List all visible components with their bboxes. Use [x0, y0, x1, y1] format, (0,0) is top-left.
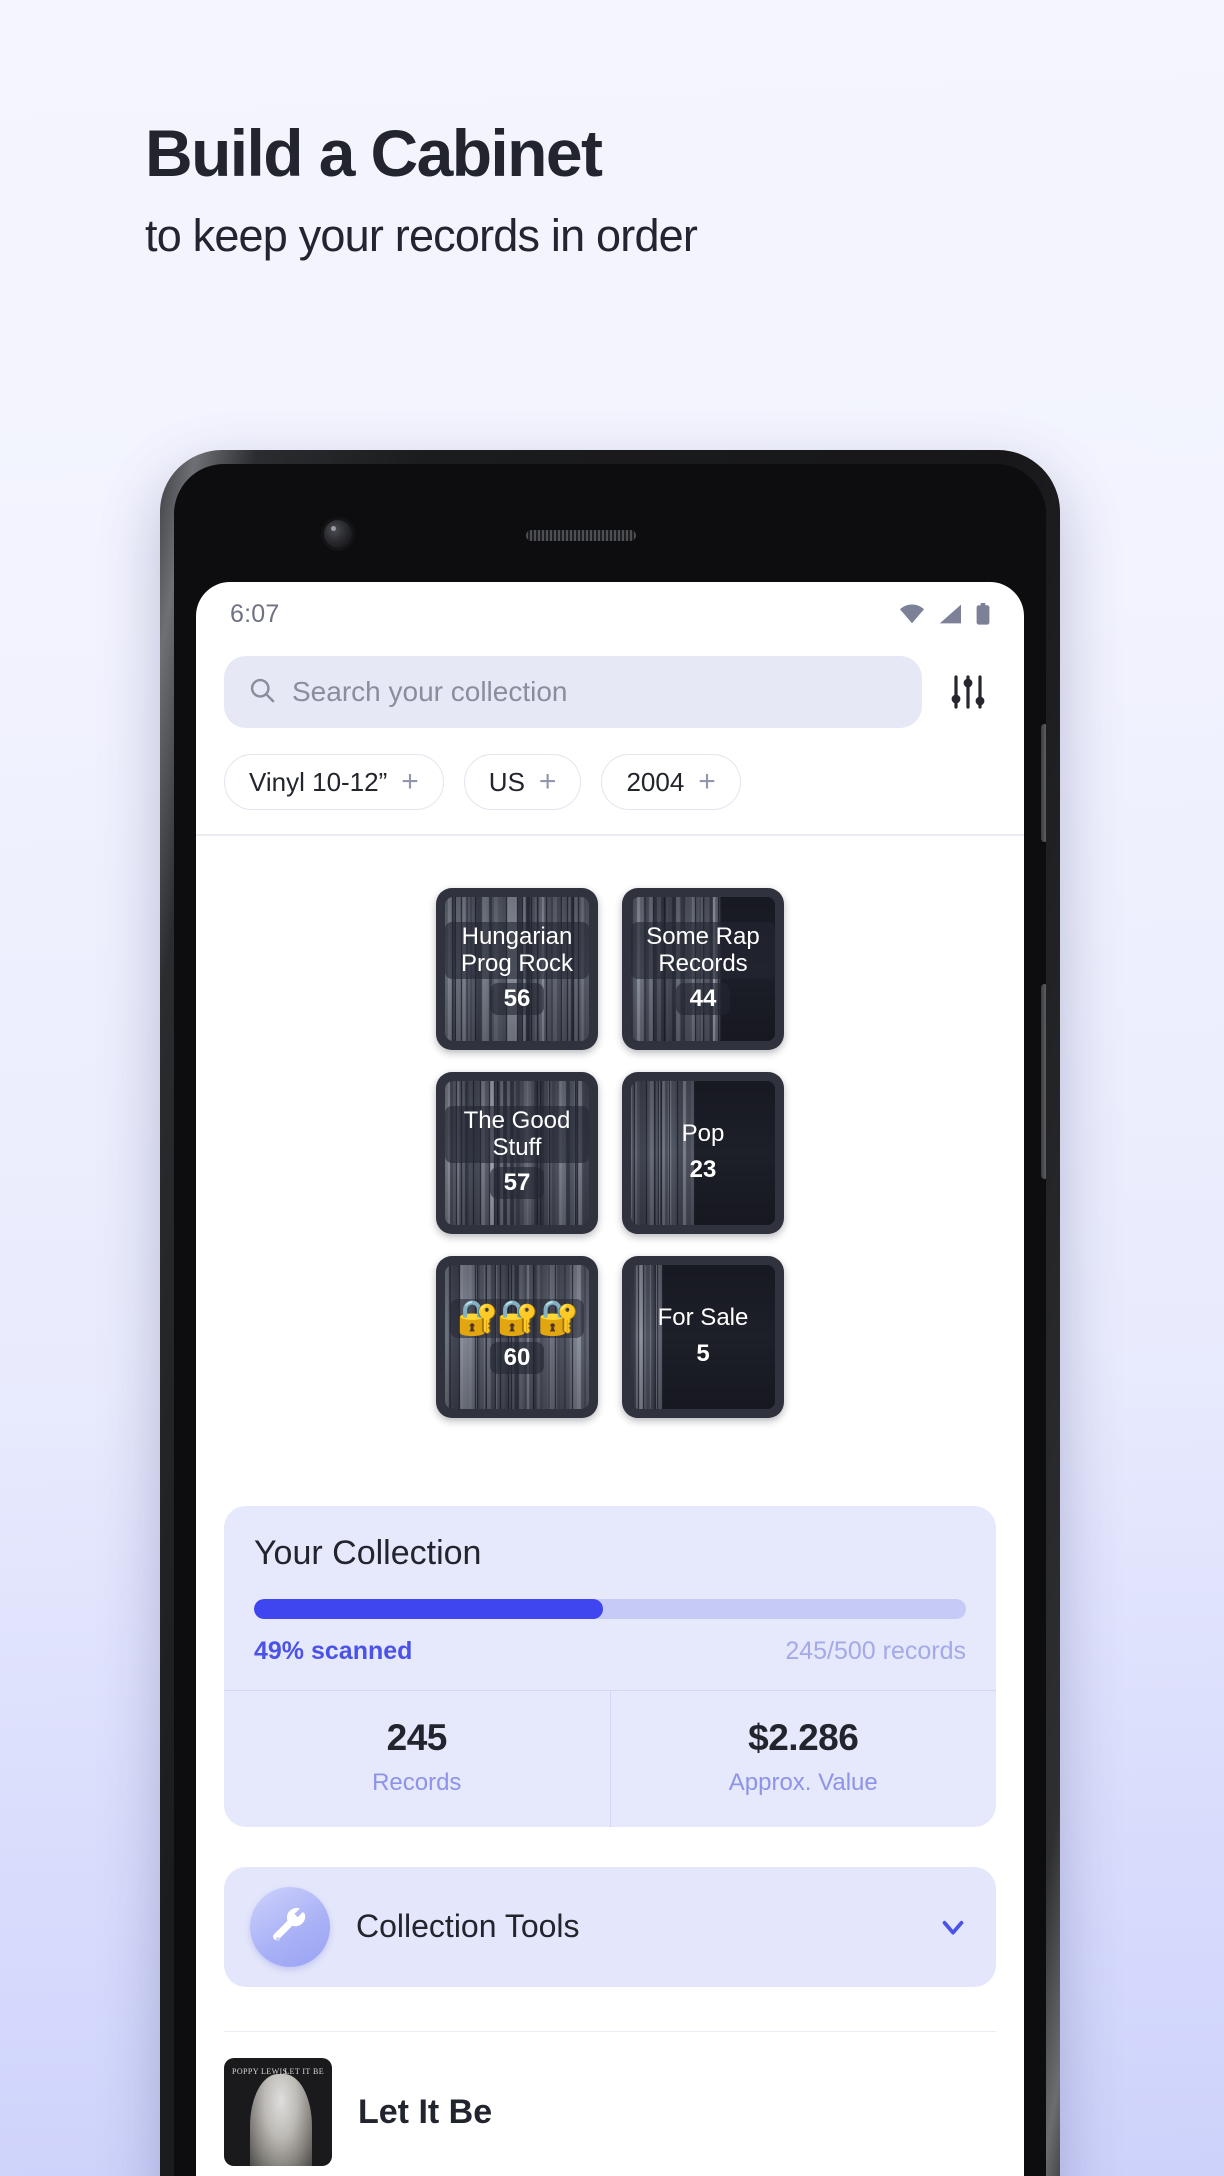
cabinet-title: For Sale	[657, 1304, 749, 1332]
cabinet-title: Some Rap Records	[631, 921, 775, 980]
scan-progress-fill	[254, 1598, 603, 1619]
cabinet-count: 5	[696, 1339, 710, 1367]
collection-summary-card: Your Collection 49% scanned 245/500 reco…	[224, 1505, 997, 1827]
cabinet-count: 23	[689, 1155, 717, 1183]
cabinet-title: Hungarian Prog Rock	[445, 921, 589, 980]
front-camera-icon	[324, 520, 352, 548]
plus-icon[interactable]: +	[401, 767, 419, 797]
record-list-item[interactable]: POPPY LEWIS LET IT BE Let It Be	[196, 2032, 1024, 2166]
volume-button[interactable]	[1041, 724, 1046, 842]
search-placeholder: Search your collection	[292, 676, 568, 707]
cabinet-count: 44	[675, 983, 731, 1016]
album-art-portrait	[250, 2074, 312, 2166]
battery-icon	[976, 603, 990, 625]
cabinet-row: The Good Stuff 57 Pop 23	[436, 1071, 784, 1234]
search-icon	[248, 676, 276, 709]
records-count-label: 245/500 records	[785, 1636, 966, 1665]
cabinet-tile-locked[interactable]: 🔐🔐🔐 60	[436, 1255, 598, 1418]
scanned-percent-label: 49% scanned	[254, 1636, 413, 1665]
scan-progress-bar	[254, 1598, 966, 1619]
cell-signal-icon	[939, 604, 962, 624]
lock-icon: 🔐🔐🔐	[450, 1298, 584, 1339]
stat-approx-value: $2.286 Approx. Value	[609, 1690, 997, 1827]
chip-label: 2004	[626, 766, 685, 797]
cabinet-title: Pop	[681, 1120, 725, 1148]
wifi-icon	[899, 604, 925, 624]
collection-tools-row[interactable]: Collection Tools	[224, 1866, 996, 1987]
plus-icon[interactable]: +	[698, 767, 716, 797]
collection-title: Your Collection	[254, 1533, 482, 1572]
filter-chip-us[interactable]: US +	[463, 754, 582, 810]
search-row: Search your collection	[196, 640, 1024, 728]
stat-value: 245	[386, 1716, 448, 1758]
plus-icon[interactable]: +	[539, 767, 557, 797]
chevron-down-icon[interactable]	[936, 1910, 970, 1944]
page-title: Build a Cabinet	[145, 116, 603, 190]
cabinet-tile-hungarian-prog-rock[interactable]: Hungarian Prog Rock 56	[436, 887, 598, 1050]
album-art: POPPY LEWIS LET IT BE	[224, 2058, 332, 2166]
phone-mockup: 6:07 Search your collection Vinyl 10-12”…	[160, 450, 1060, 2176]
content-scroll-area[interactable]: Hungarian Prog Rock 56 Some Rap Records	[196, 836, 1024, 2166]
cabinet-row: 🔐🔐🔐 60 For Sale 5	[436, 1255, 784, 1418]
cabinet-tile-pop[interactable]: Pop 23	[622, 1071, 784, 1234]
sliders-icon[interactable]	[940, 664, 996, 720]
cabinet-count: 60	[489, 1342, 545, 1375]
phone-screen: 6:07 Search your collection Vinyl 10-12”…	[196, 582, 1024, 2176]
page-subtitle: to keep your records in order	[145, 210, 698, 261]
search-input[interactable]: Search your collection	[224, 656, 922, 728]
power-button[interactable]	[1041, 984, 1046, 1179]
cabinet-tile-the-good-stuff[interactable]: The Good Stuff 57	[436, 1071, 598, 1234]
status-icon-group	[899, 603, 990, 625]
cabinet-grid: Hungarian Prog Rock 56 Some Rap Records	[196, 887, 1024, 1418]
cabinet-tile-for-sale[interactable]: For Sale 5	[622, 1255, 784, 1418]
chip-label: US	[488, 766, 525, 797]
promo-text-block: Build a Cabinet to keep your records in …	[145, 120, 1105, 259]
stat-value: $2.286	[748, 1716, 859, 1758]
status-bar: 6:07	[196, 582, 1024, 640]
phone-bezel: 6:07 Search your collection Vinyl 10-12”…	[174, 464, 1046, 2176]
promo-screenshot: Build a Cabinet to keep your records in …	[0, 0, 1224, 2176]
collection-stats-row: 245 Records $2.286 Approx. Value	[224, 1689, 997, 1827]
chip-label: Vinyl 10-12”	[249, 766, 388, 797]
cabinet-row: Hungarian Prog Rock 56 Some Rap Records	[436, 887, 784, 1050]
stat-records: 245 Records	[224, 1691, 610, 1827]
filter-chip-row: Vinyl 10-12” + US + 2004 +	[196, 728, 1024, 834]
wrench-icon	[250, 1886, 330, 1967]
record-title: Let It Be	[358, 2092, 493, 2131]
cabinet-title: The Good Stuff	[445, 1105, 589, 1164]
cabinet-count: 56	[489, 983, 545, 1016]
cabinet-count: 57	[489, 1167, 545, 1200]
filter-chip-vinyl[interactable]: Vinyl 10-12” +	[224, 754, 444, 810]
earpiece-speaker-icon	[526, 530, 636, 541]
stat-label: Records	[372, 1768, 462, 1796]
cabinet-tile-some-rap-records[interactable]: Some Rap Records 44	[622, 887, 784, 1050]
status-time: 6:07	[230, 599, 280, 628]
collection-tools-label: Collection Tools	[356, 1908, 580, 1944]
filter-chip-2004[interactable]: 2004 +	[601, 754, 741, 810]
stat-label: Approx. Value	[728, 1768, 878, 1796]
